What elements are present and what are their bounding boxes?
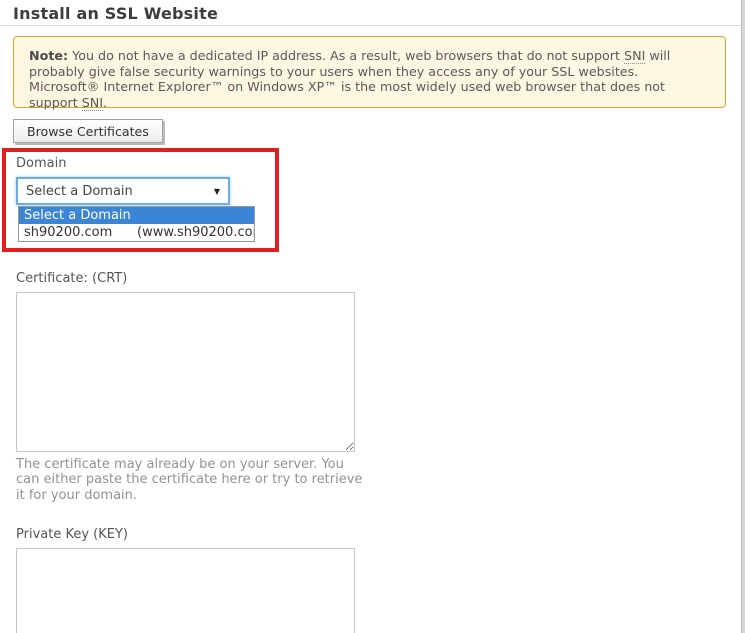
certificate-input[interactable] [16,292,355,452]
sni-abbreviation: SNI [82,95,103,111]
sni-abbreviation: SNI [624,48,645,64]
title-divider [0,25,741,26]
certificate-label: Certificate: (CRT) [16,271,127,286]
private-key-input[interactable] [16,548,355,633]
chevron-down-icon: ▼ [214,187,228,196]
note-label: Note: [29,48,68,63]
domain-select[interactable]: Select a Domain ▼ [16,177,230,205]
domain-dropdown-list: Select a Domain sh90200.com (www.sh90200… [18,206,255,242]
dropdown-option-select-a-domain[interactable]: Select a Domain [19,207,254,224]
browse-certificates-button[interactable]: Browse Certificates [13,119,163,143]
page-title: Install an SSL Website [13,4,218,23]
install-ssl-page: Install an SSL Website Note: You do not … [0,0,745,633]
sni-note-box: Note: You do not have a dedicated IP add… [13,36,726,108]
note-text: You do not have a dedicated IP address. … [68,48,624,63]
note-text: . [103,95,107,110]
private-key-label: Private Key (KEY) [16,527,128,542]
dropdown-option-sh90200[interactable]: sh90200.com (www.sh90200.com) [19,224,254,241]
domain-select-value: Select a Domain [18,184,214,199]
scrollbar-track[interactable] [741,0,745,633]
domain-label: Domain [16,156,66,171]
certificate-help-text: The certificate may already be on your s… [16,457,366,503]
